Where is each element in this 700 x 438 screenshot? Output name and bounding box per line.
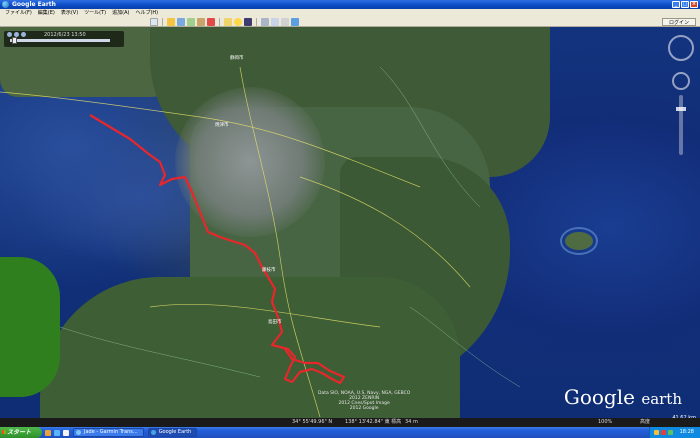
map-place-label: 焼津市 [215,123,229,128]
close-button[interactable]: × [690,1,698,8]
title-bar: Google Earth _ □ × [0,0,700,9]
task-label: Google Earth [158,429,192,435]
status-elevation: 34 m [405,419,418,425]
map-place-label: 島田市 [268,320,282,325]
maximize-button[interactable]: □ [681,1,689,8]
time-slider-date: 2012/6/23 13:50 [44,32,86,38]
window-controls: _ □ × [672,1,698,8]
quicklaunch-icon[interactable] [54,429,60,436]
zoom-out-time-icon[interactable] [21,32,26,37]
status-latitude: 34° 55'49.96" N [292,419,333,425]
status-altitude-label: 高度 [640,419,651,425]
google-maps-icon[interactable] [291,17,299,26]
menu-help[interactable]: ヘルプ(H) [132,9,161,17]
menu-view[interactable]: 表示(V) [58,9,81,17]
gps-track-route [89,114,346,385]
image-overlay-icon[interactable] [197,17,205,26]
taskbar-item-garmin[interactable]: Jade - Garmin Trans... [73,428,144,437]
sunlight-icon[interactable] [234,17,242,26]
toolbar-separator [162,17,163,26]
google-earth-logo: Google earth [564,385,682,409]
zoom-slider[interactable] [679,95,683,155]
quicklaunch-icon[interactable] [45,429,51,436]
hide-sidebar-icon[interactable] [150,17,158,26]
quicklaunch-icon[interactable] [63,429,69,436]
menu-edit[interactable]: 編集(E) [35,9,58,17]
system-tray: 18:28 [648,427,700,438]
signin-button[interactable]: ログイン [661,18,696,26]
sky-icon[interactable] [244,17,252,26]
status-longitude: 138° 13'42.84" 東 標高 [345,419,402,425]
map-view[interactable]: 静岡市 焼津市 藤枝市 島田市 2012/6/23 13:50 Data SIO… [0,27,700,427]
print-icon[interactable] [281,17,289,26]
windows-taskbar: スタート Jade - Garmin Trans... Google Earth… [0,427,700,438]
time-slider-track[interactable] [10,39,110,42]
status-bar: 34° 55'49.96" N 138° 13'42.84" 東 標高 34 m… [0,418,700,427]
clock: 18:28 [679,429,694,435]
taskbar-item-google-earth[interactable]: Google Earth [147,428,198,437]
imagery-copyright: Data SIO, NOAA, U.S. Navy, NGA, GEBCO 20… [318,391,410,411]
email-icon[interactable] [271,17,279,26]
window-title: Google Earth [12,1,56,8]
toolbar-separator [256,17,257,26]
google-earth-app-icon [150,430,156,435]
menu-bar: ファイル(F) 編集(E) 表示(V) ツール(T) 追加(A) ヘルプ(H) [0,9,700,17]
task-label: Jade - Garmin Trans... [84,429,138,435]
placemark-icon[interactable] [167,17,175,26]
start-button[interactable]: スタート [0,427,42,438]
garmin-app-icon [76,430,81,435]
toolbar: ログイン [0,17,700,27]
look-joystick-icon[interactable] [668,35,694,61]
minimize-button[interactable]: _ [672,1,680,8]
zoom-slider-handle[interactable] [676,107,686,111]
time-slider-handle[interactable] [12,37,17,44]
record-tour-icon[interactable] [207,17,215,26]
menu-file[interactable]: ファイル(F) [2,9,35,17]
windows-flag-icon [2,430,6,434]
menu-add[interactable]: 追加(A) [109,9,132,17]
copyright-line: 2012 Google [349,406,379,411]
ruler-icon[interactable] [261,17,269,26]
status-streaming: 100% [598,419,613,425]
path-icon[interactable] [187,17,195,26]
toolbar-separator [219,17,220,26]
tray-icon[interactable] [653,430,659,435]
map-place-label: 静岡市 [230,56,244,61]
map-place-label: 藤枝市 [262,268,276,273]
polygon-icon[interactable] [177,17,185,26]
historical-imagery-icon[interactable] [224,17,232,26]
tray-icon[interactable] [660,430,666,435]
logo-google-text: Google [563,385,635,409]
move-joystick-icon[interactable] [672,72,690,90]
tray-icon[interactable] [667,430,673,435]
start-label: スタート [7,429,32,436]
google-earth-app-icon [2,1,9,8]
logo-earth-text: earth [641,390,682,408]
menu-tools[interactable]: ツール(T) [81,9,109,17]
historical-time-slider[interactable]: 2012/6/23 13:50 [4,31,124,47]
